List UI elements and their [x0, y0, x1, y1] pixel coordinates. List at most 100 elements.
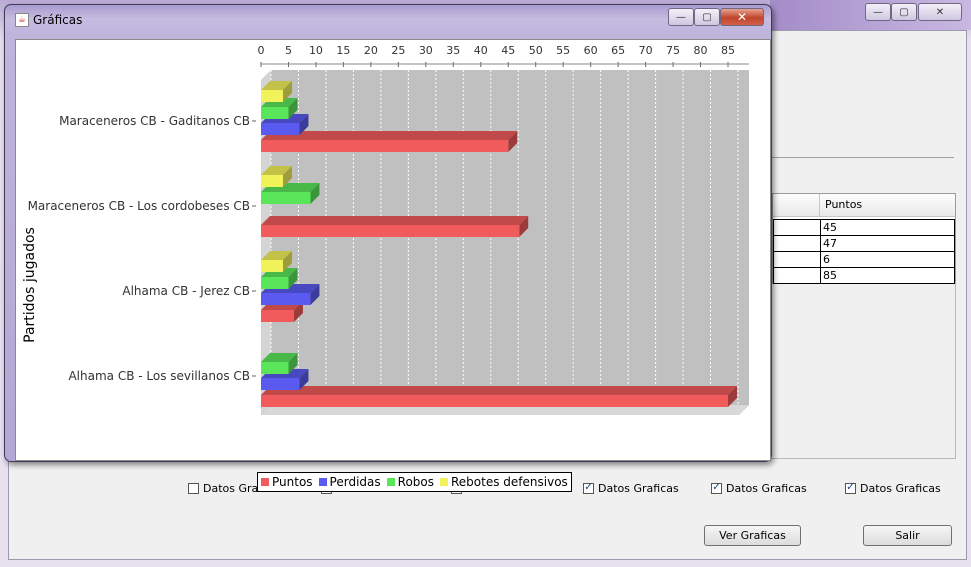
x-tick-label: 25: [391, 44, 405, 57]
column-header-puntos[interactable]: Puntos: [819, 194, 862, 216]
x-tick-label: 65: [611, 44, 625, 57]
window-title: Gráficas: [33, 13, 83, 27]
checkmark-icon[interactable]: ✓: [845, 482, 856, 494]
table-row[interactable]: 6: [774, 251, 954, 267]
checkmark-icon[interactable]: ✓: [711, 482, 722, 494]
category-label: Maraceneros CB - Los cordobeses CB: [28, 199, 250, 213]
x-tick-label: 60: [584, 44, 598, 57]
table-row[interactable]: 47: [774, 235, 954, 251]
bar: [261, 225, 520, 237]
x-tick-label: 50: [529, 44, 543, 57]
java-icon: ☕: [15, 13, 29, 27]
y-axis-label: Partidos jugados: [22, 227, 38, 343]
bar: [261, 107, 289, 119]
salir-button[interactable]: Salir: [863, 525, 952, 546]
legend-swatch: [440, 478, 448, 486]
table-row[interactable]: 45: [774, 219, 954, 235]
table-body: 45 47 6 85: [773, 219, 955, 284]
table-cell: [774, 252, 820, 267]
maximize-icon: ▢: [702, 11, 712, 23]
category-label: Alhama CB - Los sevillanos CB: [68, 369, 250, 383]
table-cell: 6: [820, 252, 830, 267]
legend-label: Puntos: [272, 475, 313, 489]
legend-label: Robos: [397, 475, 434, 489]
maximize-button[interactable]: ▢: [891, 3, 917, 21]
legend-item: Perdidas: [318, 475, 381, 489]
bar-top: [261, 216, 529, 225]
legend-label: Rebotes defensivos: [451, 475, 568, 489]
points-table[interactable]: Puntos 45 47 6 85: [772, 193, 956, 284]
legend-swatch: [318, 478, 327, 486]
bar: [261, 123, 300, 135]
x-tick-label: 0: [258, 44, 265, 57]
legend-item: Puntos: [261, 475, 313, 489]
bar: [261, 140, 509, 152]
legend-item: Robos: [386, 475, 434, 489]
x-tick-label: 55: [556, 44, 570, 57]
table-row[interactable]: 85: [774, 267, 954, 283]
bar: [261, 260, 283, 272]
bar: [261, 378, 300, 390]
table-cell: [774, 220, 820, 235]
legend-label: Perdidas: [329, 475, 381, 489]
close-icon: ✕: [935, 6, 945, 18]
close-button[interactable]: ✕: [918, 3, 962, 21]
x-tick-label: 45: [501, 44, 515, 57]
close-icon: ✕: [736, 10, 748, 24]
x-tick-label: 85: [721, 44, 735, 57]
checkbox-label: Datos Graficas: [860, 481, 941, 495]
table-cell: [774, 236, 820, 251]
graficas-window[interactable]: ☕ Gráficas — ▢ ✕ 0 5 10 15 20 25 30 35 40 45 50 55 6…: [4, 4, 772, 492]
minimize-icon: —: [676, 11, 686, 23]
maximize-button[interactable]: ▢: [694, 8, 720, 26]
bar: [261, 175, 283, 187]
x-tick-label: 70: [639, 44, 653, 57]
x-tick-label: 20: [364, 44, 378, 57]
category-label: Maraceneros CB - Gaditanos CB: [59, 114, 250, 128]
minimize-button[interactable]: —: [865, 3, 891, 21]
bar: [261, 310, 294, 322]
chart-legend: Puntos Perdidas Robos Rebotes defensivos: [257, 472, 572, 492]
x-tick-label: 30: [419, 44, 433, 57]
legend-swatch: [261, 478, 269, 486]
table-cell: 47: [820, 236, 837, 251]
datos-graficas-checkbox-6[interactable]: ✓ Datos Graficas: [845, 480, 941, 496]
datos-graficas-checkbox-4[interactable]: ✓ Datos Graficas: [583, 480, 679, 496]
checkbox-label: Datos Graficas: [598, 481, 679, 495]
bar: [261, 192, 311, 204]
table-cell: 85: [820, 268, 837, 283]
x-tick-label: 10: [309, 44, 323, 57]
ver-graficas-button[interactable]: Ver Graficas: [704, 525, 801, 546]
minimize-icon: —: [873, 6, 883, 18]
bar: [261, 277, 289, 289]
x-tick-label: 35: [446, 44, 460, 57]
checkbox-box[interactable]: [188, 482, 199, 494]
table-cell: 45: [820, 220, 837, 235]
table-cell: [774, 268, 820, 283]
bar: [261, 90, 283, 102]
category-label: Alhama CB - Jerez CB: [122, 284, 250, 298]
checkmark-icon[interactable]: ✓: [583, 482, 594, 494]
x-tick-label: 5: [285, 44, 292, 57]
chart-panel: 0 5 10 15 20 25 30 35 40 45 50 55 60 65 70 75 80 85 Marace…: [15, 39, 771, 492]
bar: [261, 293, 311, 305]
plot-area: [261, 70, 749, 415]
legend-swatch: [386, 478, 395, 486]
close-button[interactable]: ✕: [720, 8, 764, 26]
x-tick-label: 80: [694, 44, 708, 57]
checkbox-label: Datos Graficas: [726, 481, 807, 495]
bar: [261, 395, 728, 407]
bar: [261, 362, 289, 374]
minimize-button[interactable]: —: [668, 8, 694, 26]
maximize-icon: ▢: [899, 6, 909, 18]
x-tick-label: 75: [666, 44, 680, 57]
x-tick-label: 15: [336, 44, 350, 57]
legend-item: Rebotes defensivos: [440, 475, 568, 489]
divider: [770, 157, 954, 158]
table-header[interactable]: Puntos: [773, 194, 955, 217]
datos-graficas-checkbox-5[interactable]: ✓ Datos Graficas: [711, 480, 807, 496]
bar-chart: 0 5 10 15 20 25 30 35 40 45 50 55 60 65 70 75 80 85 Marace…: [28, 44, 749, 415]
x-tick-label: 40: [474, 44, 488, 57]
table-scroll-area: [768, 282, 956, 459]
bar-top: [261, 386, 737, 395]
